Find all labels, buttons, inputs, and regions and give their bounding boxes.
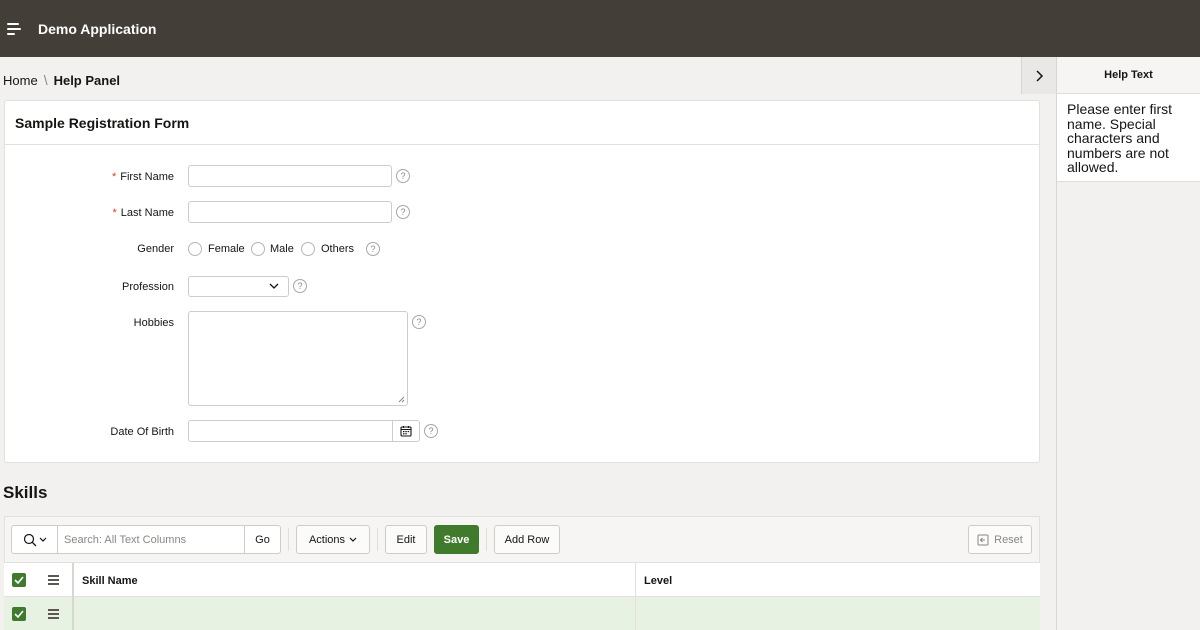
gender-radio-male[interactable] (251, 242, 265, 256)
toolbar-divider (486, 528, 487, 551)
app-header: Demo Application (0, 0, 1200, 57)
column-divider (635, 563, 636, 598)
form-title: Sample Registration Form (5, 101, 1039, 145)
chevron-down-icon (349, 537, 357, 542)
add-row-button[interactable]: Add Row (494, 525, 560, 554)
first-name-input[interactable] (188, 165, 392, 187)
toolbar-divider (377, 528, 378, 551)
breadcrumb-home-link[interactable]: Home (3, 73, 38, 88)
resize-handle-icon[interactable] (398, 396, 405, 403)
skills-grid: Skill Name Level (4, 562, 1040, 630)
gender-label: Gender (137, 243, 174, 255)
chevron-down-icon (269, 283, 279, 289)
last-name-label: * Last Name (112, 207, 174, 219)
column-divider (72, 563, 74, 598)
help-panel: Help Text Please enter first name. Speci… (1056, 57, 1200, 630)
chevron-right-icon (1036, 69, 1044, 82)
calendar-icon (400, 426, 412, 437)
toolbar-divider (288, 528, 289, 551)
edit-button[interactable]: Edit (385, 525, 427, 554)
grid-header-row: Skill Name Level (4, 562, 1040, 598)
gender-radio-others[interactable] (301, 242, 315, 256)
gender-help-icon[interactable]: ? (366, 242, 380, 256)
select-all-checkbox[interactable] (12, 573, 26, 587)
gender-radio-female[interactable] (188, 242, 202, 256)
breadcrumb-separator: \ (43, 72, 48, 88)
row-select-checkbox[interactable] (12, 607, 26, 621)
gender-option-male: Male (270, 243, 294, 255)
save-button[interactable]: Save (434, 525, 479, 554)
calendar-button[interactable] (392, 421, 419, 441)
row-actions-menu-icon[interactable] (48, 609, 59, 621)
profession-label: Profession (122, 281, 174, 293)
search-input[interactable]: Search: All Text Columns (64, 534, 186, 546)
first-name-help-icon[interactable]: ? (396, 169, 410, 183)
hobbies-label: Hobbies (133, 317, 174, 329)
reset-label: Reset (994, 533, 1023, 546)
go-button[interactable]: Go (244, 526, 280, 553)
required-marker: * (112, 207, 117, 219)
chevron-down-icon (39, 537, 46, 542)
breadcrumb-current: Help Panel (53, 72, 121, 88)
hobbies-help-icon[interactable]: ? (412, 315, 426, 329)
skill-name-cell[interactable] (74, 597, 635, 630)
search-icon (23, 533, 36, 546)
profession-select[interactable] (188, 276, 289, 297)
table-row[interactable] (4, 597, 1040, 630)
level-cell[interactable] (636, 597, 1040, 630)
skills-title: Skills (3, 483, 48, 502)
reset-icon (977, 534, 989, 545)
grid-search-box: Search: All Text Columns Go (11, 525, 281, 554)
required-marker: * (111, 171, 117, 183)
check-icon (14, 576, 24, 584)
dob-input[interactable] (188, 420, 420, 442)
breadcrumb: Home \ Help Panel (3, 72, 120, 88)
hamburger-menu-icon[interactable] (4, 15, 32, 43)
profession-help-icon[interactable]: ? (293, 279, 307, 293)
gender-option-others: Others (321, 243, 355, 255)
collapse-panel-button[interactable] (1021, 57, 1056, 94)
app-title[interactable]: Demo Application (38, 21, 157, 37)
actions-menu-button[interactable]: Actions (296, 525, 370, 554)
actions-label: Actions (308, 533, 346, 546)
search-column-selector[interactable] (12, 526, 58, 553)
check-icon (14, 610, 24, 618)
last-name-input[interactable] (188, 201, 392, 223)
dob-label: Date Of Birth (110, 426, 174, 438)
column-header-skill-name[interactable]: Skill Name (82, 575, 138, 587)
last-name-help-icon[interactable]: ? (396, 205, 410, 219)
dob-help-icon[interactable]: ? (424, 424, 438, 438)
first-name-label: * First Name (111, 171, 174, 183)
reset-button[interactable]: Reset (968, 525, 1032, 554)
column-header-level[interactable]: Level (644, 575, 672, 587)
header-menu-icon[interactable] (48, 575, 59, 587)
help-panel-text: Please enter first name. Special charact… (1057, 94, 1200, 182)
gender-option-female: Female (208, 243, 245, 255)
hobbies-textarea[interactable] (188, 311, 408, 406)
help-panel-title: Help Text (1057, 57, 1200, 94)
